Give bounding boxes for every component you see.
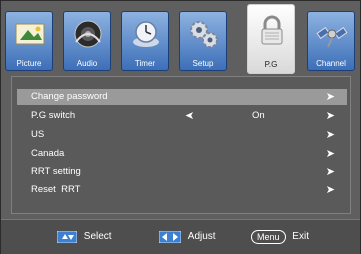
menu-item-us[interactable]: US ➤ (17, 127, 347, 143)
tab-label: P.G (264, 60, 278, 69)
adjust-hint: Adjust (159, 230, 216, 245)
tab-channel[interactable]: Channel (307, 11, 355, 71)
tab-setup[interactable]: Setup (179, 11, 227, 71)
menu-item-pg-switch[interactable]: P.G switch ➤ On ➤ (17, 108, 347, 124)
exit-label: Exit (292, 231, 309, 242)
lock-icon (261, 15, 283, 45)
select-hint: Select (57, 230, 112, 245)
menu-item-label: US (31, 129, 45, 140)
menu-item-label: RRT setting (31, 166, 81, 177)
right-arrow-icon: ➤ (325, 148, 335, 160)
left-arrow-icon[interactable]: ➤ (185, 108, 194, 124)
adjust-label: Adjust (187, 231, 216, 242)
menu-item-label: Canada (31, 148, 65, 159)
right-arrow-icon: ➤ (325, 91, 335, 103)
menu-item-canada[interactable]: Canada ➤ (17, 146, 347, 162)
tab-label: Timer (134, 59, 156, 68)
tab-picture[interactable]: Picture (5, 11, 53, 71)
footer-hints: Select Adjust Menu Exit (1, 219, 360, 254)
menu-item-label: Change password (31, 91, 108, 102)
menu-item-label: P.G switch (31, 110, 76, 121)
exit-hint: Menu Exit (251, 230, 309, 245)
right-arrow-icon[interactable]: ➤ (326, 108, 335, 124)
pg-menu-panel: Change password ➤ P.G switch ➤ On ➤ US ➤… (11, 76, 351, 214)
up-down-keys-icon (57, 231, 77, 243)
timer-icon (133, 21, 159, 47)
menu-key-icon: Menu (251, 230, 286, 244)
audio-icon (74, 20, 102, 48)
setup-icon (190, 21, 218, 48)
menu-item-label: Reset RRT (31, 184, 81, 195)
menu-item-change-password[interactable]: Change password ➤ (17, 89, 347, 105)
tab-label: Audio (76, 59, 98, 68)
menu-item-rrt-setting[interactable]: RRT setting ➤ (17, 164, 347, 180)
left-right-keys-icon (159, 231, 181, 243)
picture-icon (15, 23, 45, 45)
tab-timer[interactable]: Timer (121, 11, 169, 71)
tab-bar: Picture Audio Timer Setup P.G Channel (5, 4, 357, 74)
satellite-icon (316, 26, 348, 48)
tab-label: Channel (316, 59, 346, 68)
right-arrow-icon: ➤ (325, 166, 335, 178)
tab-label: Setup (192, 59, 214, 68)
tab-label: Picture (16, 59, 42, 68)
tab-pg[interactable]: P.G (247, 4, 295, 74)
right-arrow-icon: ➤ (325, 184, 335, 196)
select-label: Select (83, 231, 112, 242)
tv-menu-screen: Picture Audio Timer Setup P.G Channel Ch… (0, 0, 361, 254)
menu-item-reset-rrt[interactable]: Reset RRT ➤ (17, 182, 347, 198)
pg-switch-value: On (252, 110, 265, 121)
tab-audio[interactable]: Audio (63, 11, 111, 71)
right-arrow-icon: ➤ (325, 129, 335, 141)
